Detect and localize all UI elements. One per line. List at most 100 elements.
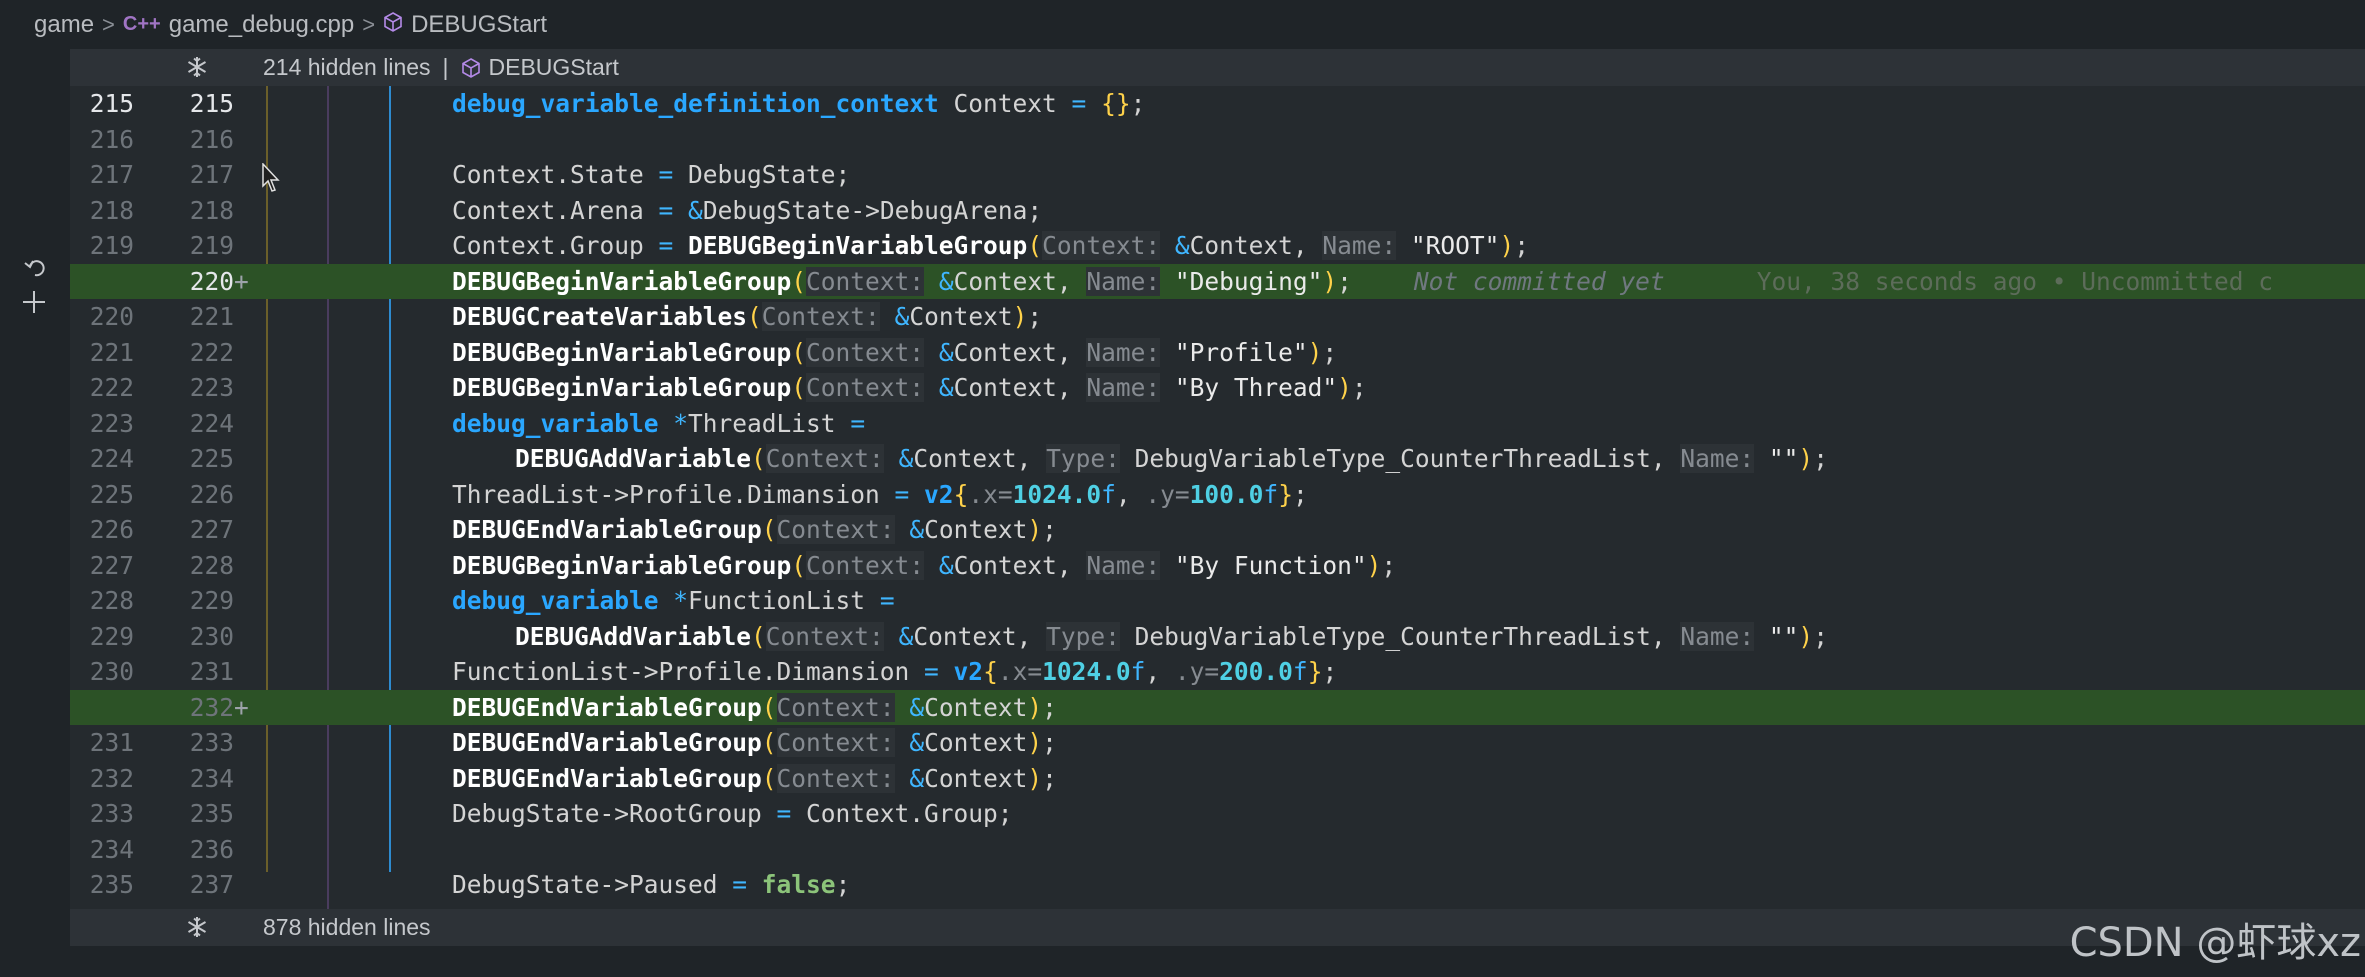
code-line[interactable]: 216 216 [70, 122, 2365, 158]
token-punc: ThreadList->Profile.Dimansion [452, 479, 895, 509]
unfold-icon[interactable] [185, 55, 209, 85]
code-line[interactable]: 233 235 DebugState->RootGroup = Context.Gr… [70, 796, 2365, 832]
token-param: Context: [776, 515, 895, 544]
code-line[interactable]: 222 223 DEBUGBeginVariableGroup(Context: &… [70, 370, 2365, 406]
fold-bottom-bar[interactable]: 878 hidden lines [70, 909, 2365, 946]
token-punc [939, 657, 954, 686]
code-line[interactable]: 230 231 FunctionList->Profile.Dimansion = … [70, 654, 2365, 690]
token-brace: ) [1798, 444, 1814, 473]
token-punc: DebugState->RootGroup [452, 799, 777, 828]
token-punc: Context, [953, 550, 1087, 580]
token-str: "ROOT" [1410, 231, 1500, 260]
token-punc: Context.Group; [791, 799, 1013, 828]
code-line[interactable]: 231 233 DEBUGEndVariableGroup(Context: &Co… [70, 725, 2365, 761]
code-line[interactable]: 219 219 Context.Group = DEBUGBeginVariable… [70, 228, 2365, 264]
breadcrumb-file[interactable]: game_debug.cpp [169, 11, 354, 39]
new-line-number: 236 [189, 834, 234, 864]
new-line-number: 234 [189, 763, 234, 793]
token-punc: ; [1337, 266, 1352, 296]
token-punc: DebugState->DebugArena; [702, 195, 1043, 225]
token-brace: ) [1012, 302, 1028, 331]
breadcrumb-symbol[interactable]: DEBUGStart [411, 11, 547, 39]
breadcrumb-folder[interactable]: game [34, 11, 94, 39]
token-str: "" [1768, 444, 1799, 473]
token-func: DEBUGAddVariable [515, 444, 752, 473]
code-line[interactable]: 220 221 DEBUGCreateVariables(Context: &Con… [70, 299, 2365, 335]
token-op: = [776, 799, 792, 828]
token-punc: ; [1292, 479, 1308, 509]
token-param: Name: [1086, 337, 1161, 367]
token-func: DEBUGAddVariable [515, 621, 752, 651]
token-punc [659, 409, 674, 438]
revert-icon[interactable] [22, 254, 48, 284]
token-str: "" [1768, 621, 1799, 651]
token-param: Name: [1086, 550, 1161, 580]
added-code-line[interactable]: 232 + DEBUGEndVariableGroup(Context: &Cont… [70, 689, 2365, 725]
token-brace: ) [1027, 515, 1043, 544]
token-punc [1754, 444, 1769, 473]
token-param: Context: [806, 337, 925, 367]
code-line[interactable]: 232 234 DEBUGEndVariableGroup(Context: &Co… [70, 761, 2365, 797]
old-line-number: 221 [89, 337, 134, 367]
token-op: & [1174, 231, 1190, 260]
code-line[interactable]: 229 230 DEBUGAddVariable(Context: &Context… [70, 619, 2365, 655]
old-line-number: 223 [89, 408, 134, 438]
code-line[interactable]: 225 226 ThreadList->Profile.Dimansion = v2… [70, 477, 2365, 513]
token-punc [895, 515, 910, 544]
token-num: 1024.0 [1042, 657, 1131, 686]
token-punc [1396, 231, 1411, 260]
old-line-number: 224 [89, 444, 134, 473]
watermark: CSDN @虾球xz [2069, 920, 2361, 966]
token-op: & [894, 302, 910, 331]
cube-icon [383, 11, 403, 39]
token-brace: { [983, 657, 998, 686]
token-func: DEBUGBeginVariableGroup [688, 231, 1028, 260]
new-line-number: 215 [189, 89, 234, 118]
added-code-line[interactable]: 220 + DEBUGBeginVariableGroup(Context: &Co… [70, 263, 2365, 299]
diff-added-marker: + [234, 266, 249, 296]
token-param: Context: [806, 373, 925, 402]
code-line[interactable]: 226 227 DEBUGEndVariableGroup(Context: &Co… [70, 512, 2365, 548]
code-line[interactable]: 215 215 debug_variable_definition_context … [70, 86, 2365, 122]
old-line-number: 216 [89, 124, 134, 154]
token-punc: Context [924, 763, 1028, 793]
unfold-icon[interactable] [185, 915, 209, 945]
token-op: = [658, 195, 674, 225]
fold-top-bar[interactable]: 214 hidden lines | DEBUGStart [70, 49, 2365, 86]
code-text: FunctionList->Profile.Dimansion = v2{.x=… [452, 654, 1337, 690]
add-icon[interactable] [20, 288, 48, 320]
activity-gutter [0, 49, 70, 977]
code-line[interactable]: 218 218 Context.Arena = &DebugState->Debug… [70, 193, 2365, 229]
code-editor[interactable]: 215 215 debug_variable_definition_context … [70, 86, 2365, 909]
token-op: & [938, 266, 954, 296]
token-func: DEBUGEndVariableGroup [452, 515, 762, 544]
code-line[interactable]: 235 237 DebugState->Paused = false; [70, 867, 2365, 903]
token-func: DEBUGBeginVariableGroup [452, 373, 792, 402]
token-punc [884, 622, 899, 651]
token-punc: ; [1042, 763, 1057, 793]
token-brace: ) [1366, 550, 1382, 580]
code-line[interactable]: 221 222 DEBUGBeginVariableGroup(Context: &… [70, 335, 2365, 371]
code-line[interactable]: 224 225 DEBUGAddVariable(Context: &Context… [70, 441, 2365, 477]
token-punc: Context, [913, 444, 1047, 473]
code-line[interactable]: 234 236 [70, 832, 2365, 868]
token-punc: DebugVariableType_CounterThreadList, [1119, 621, 1681, 651]
fold-bottom-label: 878 hidden lines [263, 914, 431, 940]
code-line[interactable]: 228 229 debug_variable *FunctionList = [70, 583, 2365, 619]
code-line[interactable]: 223 224 debug_variable *ThreadList = [70, 406, 2365, 442]
chevron-right-icon: > [102, 11, 115, 37]
token-op: & [938, 337, 954, 367]
code-line[interactable]: 227 228 DEBUGBeginVariableGroup(Context: &… [70, 548, 2365, 584]
token-punc: Context, [953, 373, 1087, 402]
new-line-number: 229 [189, 586, 234, 615]
new-line-number: 216 [189, 124, 234, 154]
old-line-number: 229 [89, 621, 134, 651]
token-punc: Context, [953, 266, 1087, 296]
token-op: = [924, 657, 939, 686]
token-brace: ) [1322, 266, 1338, 296]
token-punc: Context, [913, 621, 1047, 651]
old-line-number: 215 [89, 89, 134, 118]
new-line-number: 232 [189, 692, 234, 722]
new-line-number: 221 [189, 302, 234, 331]
code-line[interactable]: 217 217 Context.State = DebugState; [70, 157, 2365, 193]
